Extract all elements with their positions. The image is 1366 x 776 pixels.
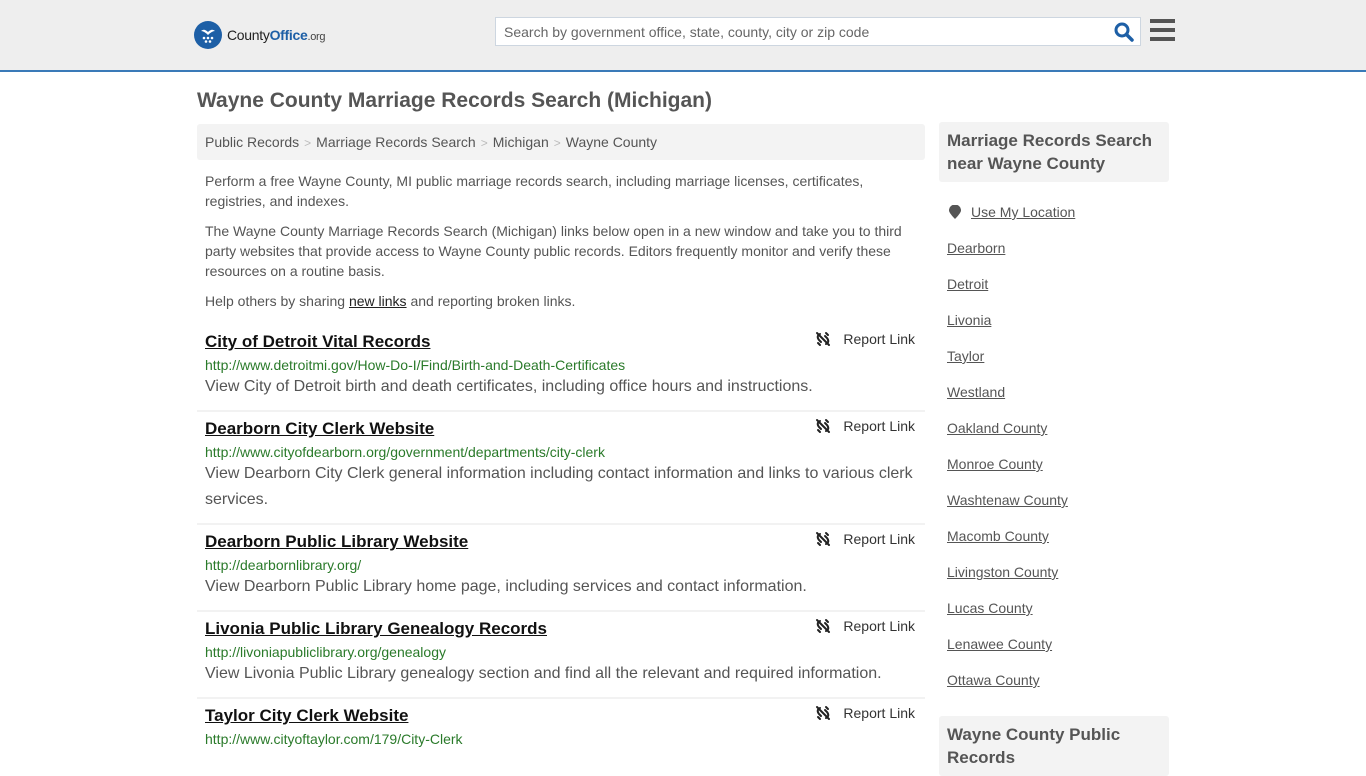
breadcrumb-separator: > bbox=[480, 136, 488, 150]
report-link-button[interactable]: Report Link bbox=[815, 531, 915, 547]
breadcrumb-michigan[interactable]: Michigan bbox=[493, 134, 549, 150]
result-description: View City of Detroit birth and death cer… bbox=[205, 378, 813, 395]
intro-paragraph-2: The Wayne County Marriage Records Search… bbox=[205, 223, 902, 279]
report-link-label: Report Link bbox=[843, 418, 915, 434]
breadcrumb-separator: > bbox=[304, 136, 312, 150]
report-link-label: Report Link bbox=[843, 705, 915, 721]
report-link-label: Report Link bbox=[843, 331, 915, 347]
nearby-link-ottawa-county[interactable]: Ottawa County bbox=[947, 672, 1040, 688]
use-my-location-item: Use My Location bbox=[947, 194, 1161, 230]
result-url[interactable]: http://www.detroitmi.gov/How-Do-I/Find/B… bbox=[205, 356, 917, 374]
nearby-link-macomb-county[interactable]: Macomb County bbox=[947, 528, 1049, 544]
nearby-link-livingston-county[interactable]: Livingston County bbox=[947, 564, 1058, 580]
result-title-link[interactable]: Livonia Public Library Genealogy Records bbox=[205, 618, 917, 640]
result-item: Dearborn Public Library Website http://d… bbox=[197, 525, 925, 612]
nearby-item: Taylor bbox=[947, 338, 1161, 374]
nearby-link-westland[interactable]: Westland bbox=[947, 384, 1005, 400]
nearby-link-lenawee-county[interactable]: Lenawee County bbox=[947, 636, 1052, 652]
public-records-heading: Wayne County Public Records bbox=[939, 716, 1169, 776]
breadcrumb-separator: > bbox=[553, 136, 561, 150]
broken-link-icon bbox=[816, 419, 831, 433]
report-link-button[interactable]: Report Link bbox=[815, 331, 915, 347]
site-header: CountyOffice.org bbox=[0, 0, 1366, 72]
intro-paragraph-3: Help others by sharing new links and rep… bbox=[205, 293, 576, 309]
result-url[interactable]: http://livoniapubliclibrary.org/genealog… bbox=[205, 643, 917, 661]
breadcrumb: Public Records > Marriage Records Search > M… bbox=[197, 124, 925, 160]
intro-paragraph-1: Perform a free Wayne County, MI public m… bbox=[205, 173, 864, 209]
nearby-item: Ottawa County bbox=[947, 662, 1161, 698]
nearby-link-washtenaw-county[interactable]: Washtenaw County bbox=[947, 492, 1068, 508]
sidebar: Marriage Records Search near Wayne Count… bbox=[939, 122, 1169, 698]
nearby-link-livonia[interactable]: Livonia bbox=[947, 312, 991, 328]
logo-wordmark: CountyOffice.org bbox=[227, 27, 326, 43]
results-list: City of Detroit Vital Records http://www… bbox=[197, 325, 925, 758]
search-icon[interactable] bbox=[1114, 22, 1134, 42]
result-url[interactable]: http://www.cityofdearborn.org/government… bbox=[205, 443, 917, 461]
eagle-stars-logo-icon bbox=[194, 21, 222, 49]
result-item: City of Detroit Vital Records http://www… bbox=[197, 325, 925, 412]
nearby-link-monroe-county[interactable]: Monroe County bbox=[947, 456, 1043, 472]
result-item: Dearborn City Clerk Website http://www.c… bbox=[197, 412, 925, 525]
result-item: Livonia Public Library Genealogy Records… bbox=[197, 612, 925, 699]
nearby-item: Lenawee County bbox=[947, 626, 1161, 662]
report-link-label: Report Link bbox=[843, 531, 915, 547]
report-link-label: Report Link bbox=[843, 618, 915, 634]
nearby-link-oakland-county[interactable]: Oakland County bbox=[947, 420, 1047, 436]
nearby-link-lucas-county[interactable]: Lucas County bbox=[947, 600, 1033, 616]
nearby-heading: Marriage Records Search near Wayne Count… bbox=[939, 122, 1169, 182]
report-link-button[interactable]: Report Link bbox=[815, 618, 915, 634]
page-title: Wayne County Marriage Records Search (Mi… bbox=[197, 89, 713, 112]
result-description: View Livonia Public Library genealogy se… bbox=[205, 665, 882, 682]
hamburger-menu-icon[interactable] bbox=[1150, 19, 1175, 41]
new-links-link[interactable]: new links bbox=[349, 293, 407, 309]
result-title-link[interactable]: Dearborn City Clerk Website bbox=[205, 418, 917, 440]
result-url[interactable]: http://www.cityoftaylor.com/179/City-Cle… bbox=[205, 730, 917, 748]
nearby-item: Washtenaw County bbox=[947, 482, 1161, 518]
nearby-link-dearborn[interactable]: Dearborn bbox=[947, 240, 1005, 256]
nearby-item: Livonia bbox=[947, 302, 1161, 338]
nearby-list: Use My Location Dearborn Detroit Livonia… bbox=[939, 182, 1169, 698]
broken-link-icon bbox=[816, 532, 831, 546]
broken-link-icon bbox=[816, 619, 831, 633]
broken-link-icon bbox=[816, 332, 831, 346]
report-link-button[interactable]: Report Link bbox=[815, 418, 915, 434]
nearby-link-detroit[interactable]: Detroit bbox=[947, 276, 988, 292]
result-description: View Dearborn Public Library home page, … bbox=[205, 578, 807, 595]
result-item: Taylor City Clerk Website http://www.cit… bbox=[197, 699, 925, 758]
nearby-item: Macomb County bbox=[947, 518, 1161, 554]
report-link-button[interactable]: Report Link bbox=[815, 705, 915, 721]
search-box bbox=[495, 17, 1141, 46]
site-logo[interactable]: CountyOffice.org bbox=[194, 21, 326, 49]
use-my-location-link[interactable]: Use My Location bbox=[971, 204, 1075, 220]
nearby-item: Westland bbox=[947, 374, 1161, 410]
nearby-item: Lucas County bbox=[947, 590, 1161, 626]
map-pin-icon bbox=[949, 205, 961, 219]
intro-text: Perform a free Wayne County, MI public m… bbox=[205, 171, 917, 321]
result-title-link[interactable]: Dearborn Public Library Website bbox=[205, 531, 917, 553]
result-title-link[interactable]: City of Detroit Vital Records bbox=[205, 331, 917, 353]
nearby-item: Detroit bbox=[947, 266, 1161, 302]
result-url[interactable]: http://dearbornlibrary.org/ bbox=[205, 556, 917, 574]
search-input[interactable] bbox=[496, 18, 1096, 45]
broken-link-icon bbox=[816, 706, 831, 720]
nearby-item: Dearborn bbox=[947, 230, 1161, 266]
breadcrumb-wayne-county[interactable]: Wayne County bbox=[566, 134, 657, 150]
nearby-link-taylor[interactable]: Taylor bbox=[947, 348, 984, 364]
nearby-item: Monroe County bbox=[947, 446, 1161, 482]
result-description: View Dearborn City Clerk general informa… bbox=[205, 465, 913, 508]
result-title-link[interactable]: Taylor City Clerk Website bbox=[205, 705, 917, 727]
breadcrumb-public-records[interactable]: Public Records bbox=[205, 134, 299, 150]
breadcrumb-marriage-records-search[interactable]: Marriage Records Search bbox=[316, 134, 476, 150]
nearby-item: Oakland County bbox=[947, 410, 1161, 446]
nearby-item: Livingston County bbox=[947, 554, 1161, 590]
